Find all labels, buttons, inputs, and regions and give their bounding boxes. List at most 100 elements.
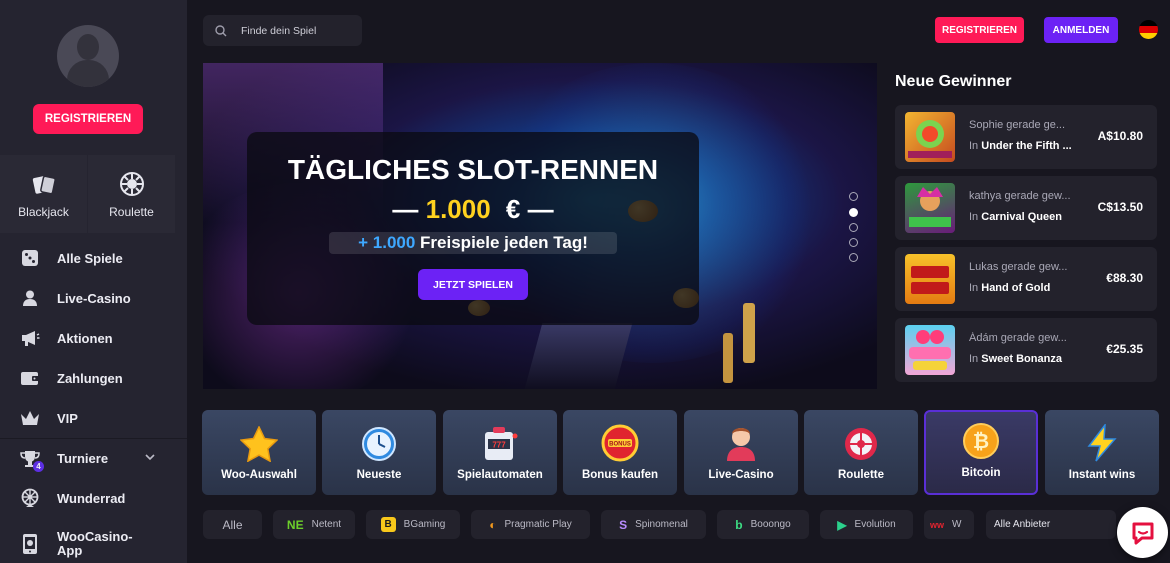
- game-thumbnail: [905, 254, 955, 304]
- winner-name: Sophie gerade ge...: [969, 119, 1066, 131]
- category-label: Bonus kaufen: [581, 469, 659, 481]
- category-label: Woo-Auswahl: [221, 469, 297, 481]
- sidebar-item-zahlungen[interactable]: Zahlungen: [0, 358, 187, 398]
- winners-title: Neue Gewinner: [895, 73, 1012, 90]
- avatar[interactable]: [57, 25, 119, 87]
- winner-row[interactable]: kathya gerade gew... In Carnival Queen C…: [895, 176, 1157, 240]
- star-icon: [240, 426, 278, 462]
- provider-wazdan[interactable]: ww W: [924, 510, 974, 539]
- sidebar-item-alle-spiele[interactable]: Alle Spiele: [0, 238, 187, 278]
- slide-dot[interactable]: [849, 253, 858, 262]
- category-instant-wins[interactable]: Instant wins: [1045, 410, 1159, 495]
- winner-amount: C$13.50: [1097, 200, 1143, 214]
- login-button[interactable]: ANMELDEN: [1044, 17, 1118, 43]
- provider-netent[interactable]: NE Netent: [273, 510, 355, 539]
- promo-subtitle: + 1.000 Freispiele jeden Tag!: [329, 232, 617, 254]
- provider-all[interactable]: Alle: [203, 510, 262, 539]
- header-register-button[interactable]: REGISTRIEREN: [935, 17, 1024, 43]
- category-bitcoin[interactable]: ₿ Bitcoin: [924, 410, 1038, 495]
- sidebar-item-turniere[interactable]: 4 Turniere: [0, 438, 187, 478]
- megaphone-icon: [22, 331, 40, 346]
- sidebar-register-button[interactable]: REGISTRIEREN: [33, 104, 143, 134]
- provider-spinomenal[interactable]: S Spinomenal: [601, 510, 706, 539]
- winner-row[interactable]: Ádám gerade gew... In Sweet Bonanza €25.…: [895, 318, 1157, 382]
- promo-title: TÄGLICHES SLOT-RENNEN: [287, 154, 659, 185]
- winner-row[interactable]: Sophie gerade ge... In Under the Fifth .…: [895, 105, 1157, 169]
- promo-banner[interactable]: TÄGLICHES SLOT-RENNEN — 1.000 € — + 1.00…: [203, 63, 877, 389]
- provider-evolution[interactable]: ▶ Evolution: [820, 510, 913, 539]
- category-bonus-kaufen[interactable]: BONUS Bonus kaufen: [563, 410, 677, 495]
- quick-blackjack[interactable]: Blackjack: [0, 155, 87, 233]
- chat-button[interactable]: [1117, 507, 1168, 558]
- roulette-icon: [845, 428, 877, 460]
- all-providers-dropdown[interactable]: Alle Anbieter: [986, 510, 1116, 539]
- provider-booongo[interactable]: b Booongo: [717, 510, 809, 539]
- category-roulette[interactable]: Roulette: [804, 410, 918, 495]
- category-label: Live-Casino: [708, 469, 774, 481]
- netent-logo: NE: [286, 517, 304, 532]
- spinomenal-logo: S: [619, 517, 628, 532]
- category-live-casino[interactable]: Live-Casino: [684, 410, 798, 495]
- slide-dot-active[interactable]: [849, 208, 858, 217]
- pragmatic-logo: ◐: [489, 517, 497, 532]
- winner-name: Ádám gerade gew...: [969, 332, 1067, 344]
- dealer-icon: [23, 290, 37, 306]
- category-woo-auswahl[interactable]: Woo-Auswahl: [202, 410, 316, 495]
- sidebar-item-live-casino[interactable]: Live-Casino: [0, 278, 187, 318]
- game-thumbnail: [905, 325, 955, 375]
- winner-game: In Sweet Bonanza: [969, 353, 1062, 365]
- category-neueste[interactable]: Neueste: [322, 410, 436, 495]
- slide-dot[interactable]: [849, 192, 858, 201]
- winner-name: Lukas gerade gew...: [969, 261, 1068, 273]
- svg-text:₿: ₿: [973, 431, 989, 453]
- bonus-icon: BONUS: [601, 424, 639, 462]
- phone-icon: [23, 534, 37, 554]
- svg-text:BONUS: BONUS: [609, 442, 631, 448]
- winner-name: kathya gerade gew...: [969, 190, 1071, 202]
- search-input[interactable]: [241, 24, 351, 37]
- sidebar: REGISTRIEREN Blackjack Roulette Alle Spi…: [0, 0, 187, 563]
- sidebar-item-label: Zahlungen: [57, 370, 123, 386]
- sidebar-item-vip[interactable]: VIP: [0, 398, 187, 438]
- sidebar-item-label: Alle Spiele: [57, 250, 123, 266]
- search-bar[interactable]: [203, 15, 362, 46]
- game-thumbnail: [905, 112, 955, 162]
- sidebar-item-label: Turniere: [57, 451, 109, 466]
- category-label: Bitcoin: [961, 467, 1001, 479]
- dealer-icon: [727, 428, 755, 461]
- category-spielautomaten[interactable]: 777 Spielautomaten: [443, 410, 557, 495]
- currency: €: [505, 194, 521, 224]
- slide-dot[interactable]: [849, 223, 858, 232]
- sidebar-item-label: Live-Casino: [57, 290, 131, 306]
- german-flag-icon[interactable]: [1139, 20, 1158, 39]
- crown-icon: [21, 411, 39, 425]
- freespins-count: + 1.000: [358, 233, 416, 252]
- sidebar-item-aktionen[interactable]: Aktionen: [0, 318, 187, 358]
- winner-amount: €25.35: [1106, 342, 1143, 356]
- slot-machine-icon: 777: [485, 427, 518, 460]
- wallet-icon: [21, 372, 39, 385]
- quick-label: Roulette: [109, 205, 154, 219]
- freespins-text: Freispiele jeden Tag!: [420, 233, 588, 252]
- booongo-logo: b: [735, 517, 743, 532]
- sidebar-item-app[interactable]: WooCasino-App: [0, 518, 187, 563]
- category-label: Neueste: [356, 469, 402, 481]
- winner-row[interactable]: Lukas gerade gew... In Hand of Gold €88.…: [895, 247, 1157, 311]
- search-icon: [215, 24, 227, 36]
- category-label: Spielautomaten: [457, 469, 543, 481]
- chevron-down-icon[interactable]: [145, 452, 155, 462]
- play-now-button[interactable]: JETZT SPIELEN: [418, 269, 528, 300]
- bitcoin-icon: ₿: [963, 423, 999, 459]
- winner-game: In Hand of Gold: [969, 282, 1051, 294]
- app-root: REGISTRIEREN Blackjack Roulette Alle Spi…: [0, 0, 1170, 563]
- quick-roulette[interactable]: Roulette: [88, 155, 175, 233]
- bgaming-logo: B: [380, 517, 396, 532]
- sidebar-item-label: VIP: [57, 410, 78, 426]
- sidebar-item-wunderrad[interactable]: Wunderrad: [0, 478, 187, 518]
- game-thumbnail: [905, 183, 955, 233]
- promo-amount: — 1.000 € —: [392, 194, 554, 224]
- slide-dot[interactable]: [849, 238, 858, 247]
- provider-pragmatic-play[interactable]: ◐ Pragmatic Play: [471, 510, 590, 539]
- provider-bgaming[interactable]: B BGaming: [366, 510, 460, 539]
- cards-icon: [32, 175, 56, 195]
